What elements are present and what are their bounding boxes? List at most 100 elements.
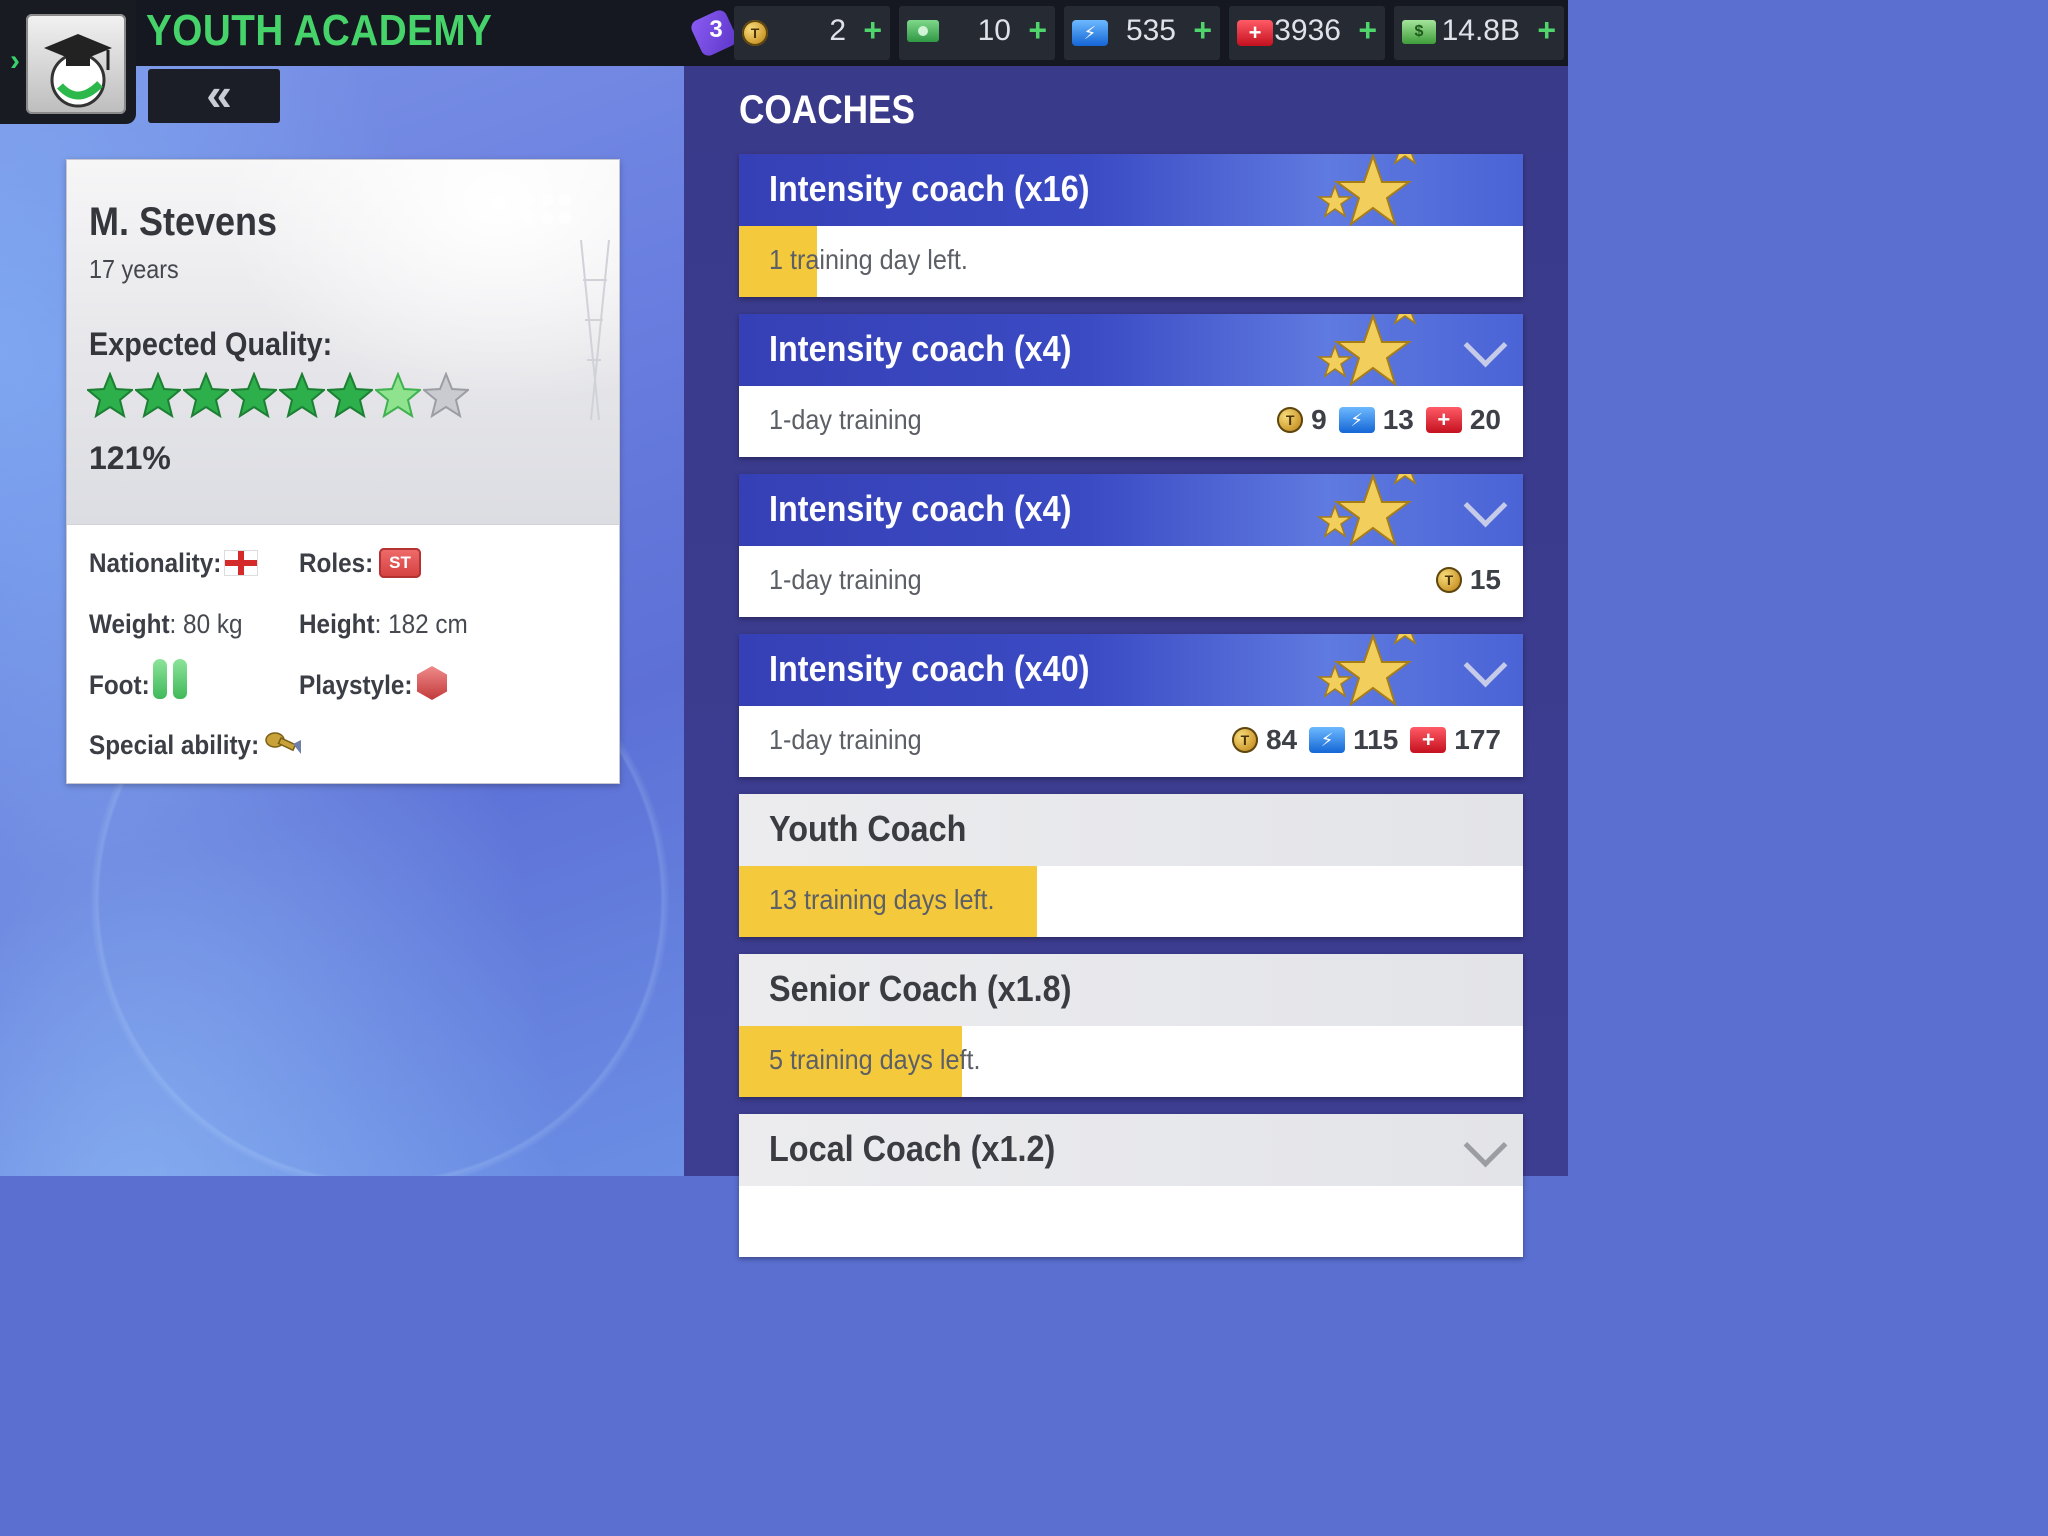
coach-header[interactable]: Intensity coach (x4) <box>739 314 1523 387</box>
coach-details: 1-day training T 84 ⚡ 115 +177 <box>739 706 1523 777</box>
promo-count: 3 <box>709 16 723 43</box>
coach-row[interactable]: Local Coach (x1.2) <box>739 1114 1523 1257</box>
chevron-down-icon[interactable] <box>1463 1123 1508 1168</box>
menu-toggle[interactable]: › <box>0 0 136 124</box>
currency-medical[interactable]: + 3936 + <box>1229 6 1385 60</box>
coach-details: 13 training days left. <box>739 866 1523 937</box>
coach-header[interactable]: Intensity coach (x40) <box>739 634 1523 707</box>
cost-energy: ⚡ 13 <box>1338 404 1414 436</box>
weight-value: : 80 kg <box>169 609 243 639</box>
gold-stars-icon <box>1305 314 1425 387</box>
coach-row[interactable]: Intensity coach (x16) 1 training day left… <box>739 154 1523 297</box>
cost-energy: ⚡ 115 <box>1309 724 1398 756</box>
currency-tokens[interactable]: T 2 + <box>734 6 890 60</box>
add-cash-button[interactable]: + <box>1028 12 1047 49</box>
coach-header[interactable]: Senior Coach (x1.8) <box>739 954 1523 1026</box>
training-costs[interactable]: T 15 <box>1424 564 1501 596</box>
both-feet-icon <box>153 659 193 704</box>
special-ability-whistle-icon[interactable] <box>263 730 303 756</box>
medical-icon: + <box>1410 727 1447 753</box>
quality-star-icon <box>325 371 375 419</box>
coach-details: 5 training days left. <box>739 1026 1523 1097</box>
token-coin-icon: T <box>1231 727 1258 753</box>
medical-icon: + <box>1425 407 1462 433</box>
cost-tokens: T 84 <box>1231 724 1297 756</box>
quality-star-icon <box>133 371 183 419</box>
role-badge: ST <box>379 548 421 578</box>
england-flag-icon <box>225 551 257 575</box>
coach-header[interactable]: Local Coach (x1.2) <box>739 1114 1523 1186</box>
coach-details: 1 training day left. <box>739 226 1523 297</box>
height-field: Height: 182 cm <box>299 609 468 640</box>
expected-quality-label: Expected Quality: <box>89 326 333 362</box>
foot-label: Foot: <box>89 670 150 700</box>
currency-value: 2 <box>829 14 846 47</box>
coach-name: Youth Coach <box>769 808 967 849</box>
coach-row[interactable]: Intensity coach (x40) 1-day training T 84 ⚡ 1… <box>739 634 1523 777</box>
cost-tokens: T9 <box>1277 404 1327 436</box>
token-coin-icon: T <box>1435 567 1462 593</box>
quality-star-icon <box>85 371 135 419</box>
energy-icon: ⚡ <box>1338 407 1375 433</box>
coach-row[interactable]: Intensity coach (x4) 1-day training T 15 <box>739 474 1523 617</box>
coach-subtitle: 13 training days left. <box>769 884 995 915</box>
player-card-header: M. Stevens 17 years Expected Quality: 12… <box>67 160 619 525</box>
chevron-down-icon[interactable] <box>1463 483 1508 528</box>
coach-header[interactable]: Intensity coach (x16) <box>739 154 1523 227</box>
coach-name: Intensity coach (x40) <box>769 648 1090 689</box>
coach-header[interactable]: Intensity coach (x4) <box>739 474 1523 547</box>
coach-name: Intensity coach (x4) <box>769 488 1072 529</box>
coach-name: Intensity coach (x16) <box>769 168 1090 209</box>
player-name: M. Stevens <box>89 200 278 244</box>
coach-header[interactable]: Youth Coach <box>739 794 1523 866</box>
currency-value: 10 <box>977 14 1011 47</box>
player-card: M. Stevens 17 years Expected Quality: 12… <box>66 159 620 784</box>
menu-arrow-icon: › <box>10 44 20 77</box>
add-tokens-button[interactable]: + <box>863 12 882 49</box>
coach-subtitle: 1 training day left. <box>769 244 968 275</box>
quality-star-icon <box>229 371 279 419</box>
gold-stars-icon <box>1305 474 1425 547</box>
weight-field: Weight: 80 kg <box>89 609 243 640</box>
coach-row[interactable]: Intensity coach (x4) 1-day training T 9 ⚡ 13 +… <box>739 314 1523 457</box>
medical-icon: + <box>1237 20 1273 46</box>
coaches-title: COACHES <box>739 88 916 132</box>
nationality-label: Nationality: <box>89 548 222 578</box>
currency-value: 14.8B <box>1441 14 1520 47</box>
training-costs[interactable]: T 9 ⚡ 13 +20 <box>1265 404 1501 436</box>
currency-cash[interactable]: 10 + <box>899 6 1055 60</box>
roles-label: Roles: <box>299 548 374 578</box>
chevron-down-icon[interactable] <box>1463 323 1508 368</box>
stadium-lights-icon <box>523 194 610 420</box>
training-costs[interactable]: T 84 ⚡ 115 +177 <box>1220 724 1501 756</box>
coach-row[interactable]: Youth Coach 13 training days left. <box>739 794 1523 937</box>
token-coin-icon: T <box>742 20 768 46</box>
gold-stars-icon <box>1305 154 1425 227</box>
currency-money[interactable]: $ 14.8B + <box>1394 6 1564 60</box>
cost-medical: +20 <box>1425 404 1501 436</box>
height-value: : 182 cm <box>374 609 468 639</box>
height-label: Height <box>299 609 375 639</box>
coach-subtitle: 1-day training <box>769 564 922 595</box>
back-button[interactable]: « <box>148 69 280 123</box>
add-medical-button[interactable]: + <box>1358 12 1377 49</box>
quality-star-icon <box>421 371 471 419</box>
cost-value: 9 <box>1311 404 1327 435</box>
add-energy-button[interactable]: + <box>1193 12 1212 49</box>
currency-energy[interactable]: ⚡ 535 + <box>1064 6 1220 60</box>
cost-value: 13 <box>1382 404 1414 435</box>
page-title: YOUTH ACADEMY <box>146 6 493 55</box>
currency-value: 535 <box>1125 14 1176 47</box>
coach-details: 1-day training T 15 <box>739 546 1523 617</box>
player-age: 17 years <box>89 254 179 284</box>
quality-percent: 121% <box>89 440 171 476</box>
coach-row[interactable]: Senior Coach (x1.8) 5 training days left. <box>739 954 1523 1097</box>
coach-name: Intensity coach (x4) <box>769 328 1072 369</box>
chevron-down-icon[interactable] <box>1463 643 1508 688</box>
energy-icon: ⚡ <box>1309 727 1346 753</box>
energy-icon: ⚡ <box>1072 20 1108 46</box>
add-money-button[interactable]: + <box>1537 12 1556 49</box>
coach-subtitle: 5 training days left. <box>769 1044 981 1075</box>
coach-name: Local Coach (x1.2) <box>769 1128 1056 1169</box>
playstyle-icon[interactable] <box>417 666 447 700</box>
